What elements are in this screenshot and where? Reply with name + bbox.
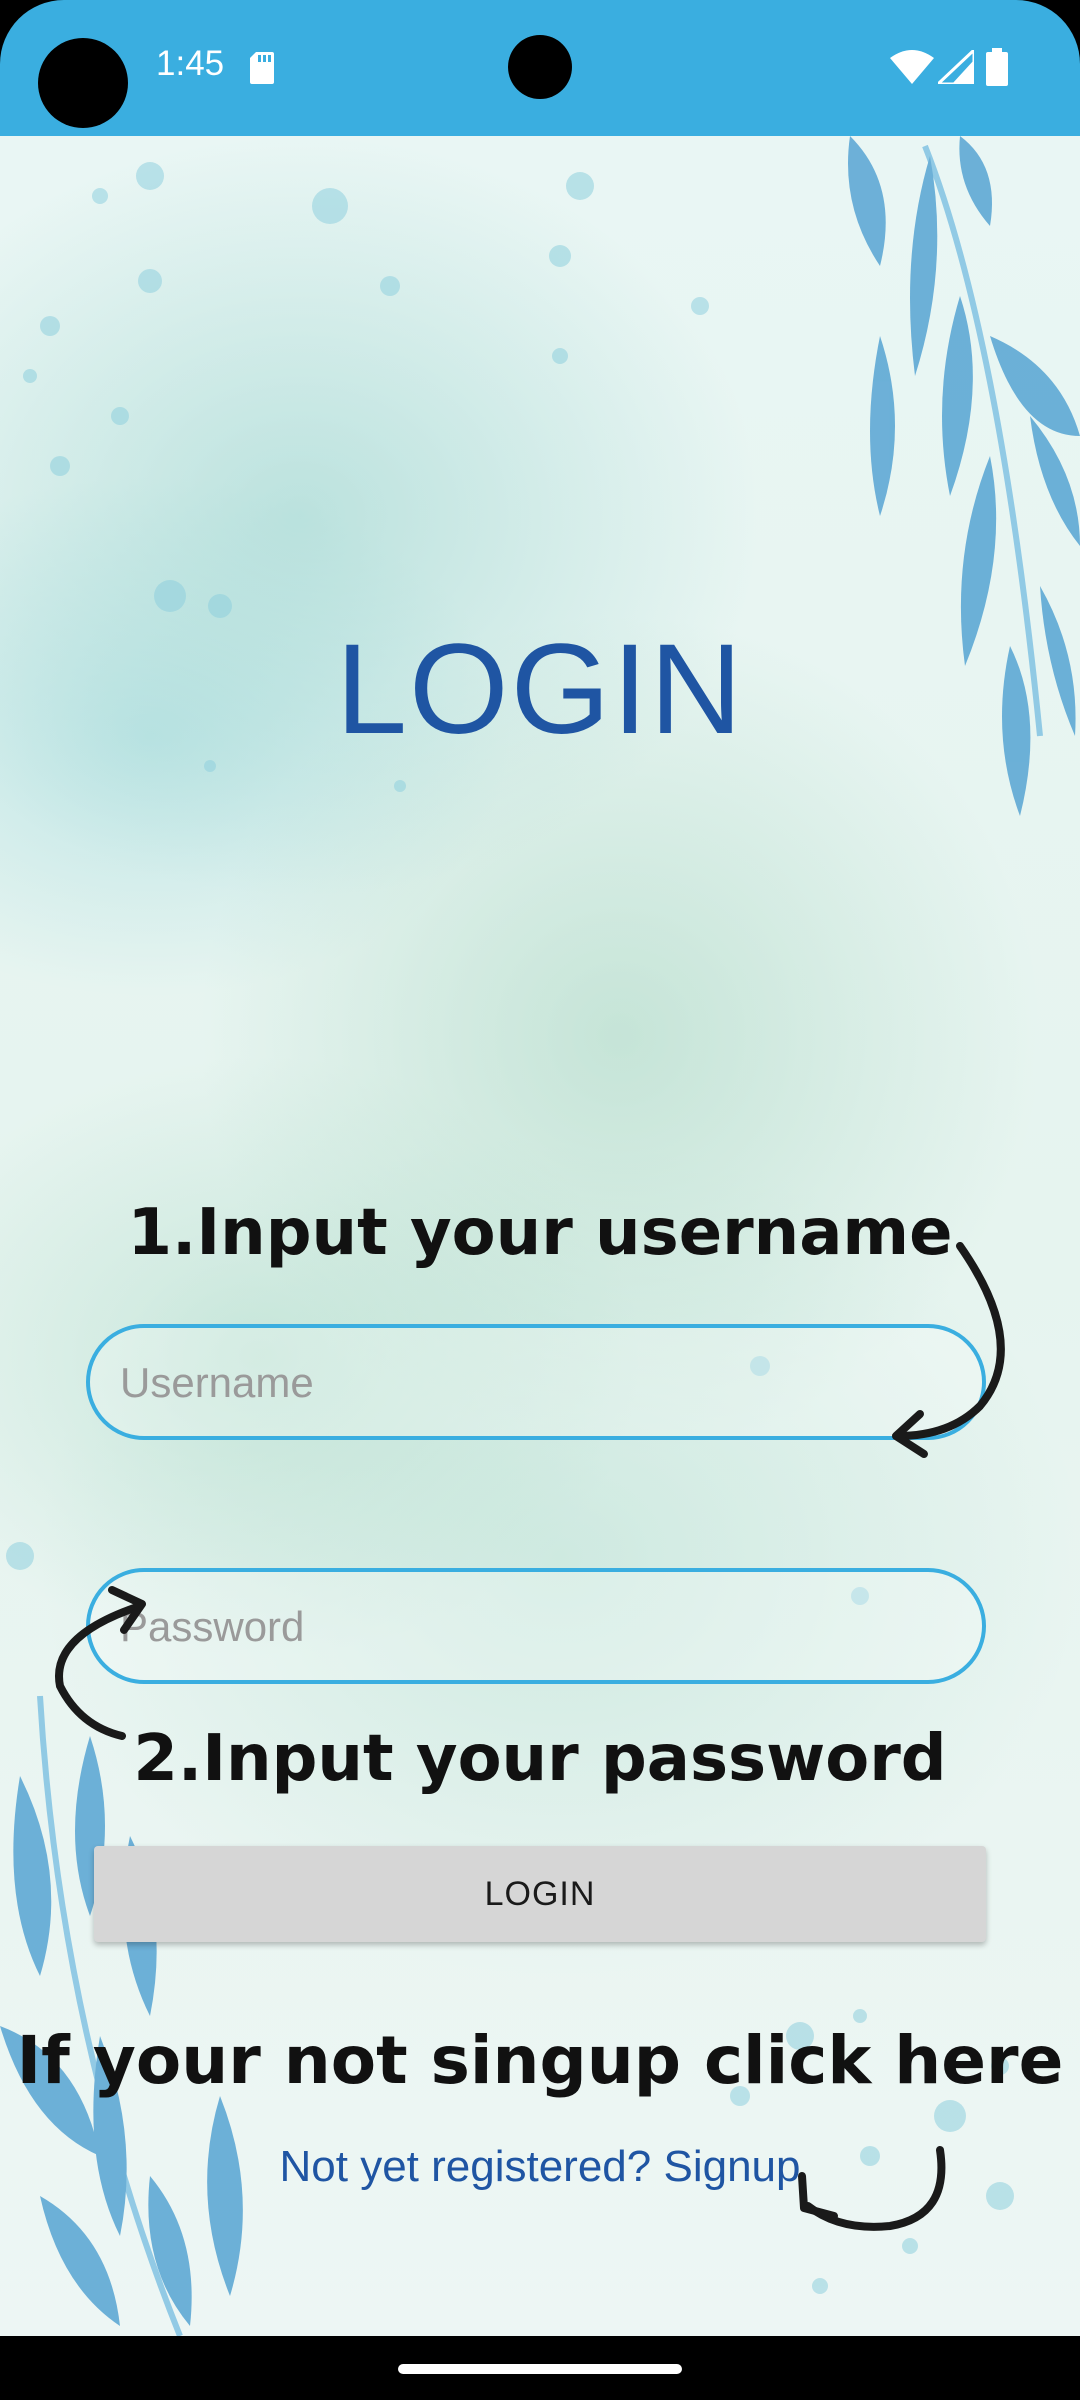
home-gesture-handle[interactable]	[398, 2364, 682, 2374]
sd-card-icon	[250, 52, 274, 84]
arrow-icon	[892, 1242, 1005, 1458]
status-bar: 1:45	[0, 0, 1080, 136]
username-field[interactable]	[86, 1324, 986, 1440]
page-title: LOGIN	[335, 618, 745, 761]
signup-hint: If your not singup click here	[16, 2022, 1064, 2099]
navigation-bar	[0, 2336, 1080, 2400]
arrow-icon	[55, 1586, 146, 1740]
camera-cutout-center	[508, 35, 572, 99]
password-field[interactable]	[86, 1568, 986, 1684]
login-button[interactable]: LOGIN	[94, 1846, 986, 1942]
camera-cutout	[38, 38, 128, 128]
username-input[interactable]	[118, 1328, 962, 1438]
signal-icon	[938, 50, 974, 84]
battery-icon	[986, 48, 1008, 86]
status-time: 1:45	[156, 44, 225, 83]
login-screen: LOGIN 1.Input your username 2.Input your…	[0, 136, 1080, 2336]
arrow-icon	[798, 2146, 946, 2231]
password-hint: 2.Input your password	[133, 1722, 947, 1796]
wifi-icon	[890, 50, 934, 84]
password-input[interactable]	[118, 1572, 962, 1682]
